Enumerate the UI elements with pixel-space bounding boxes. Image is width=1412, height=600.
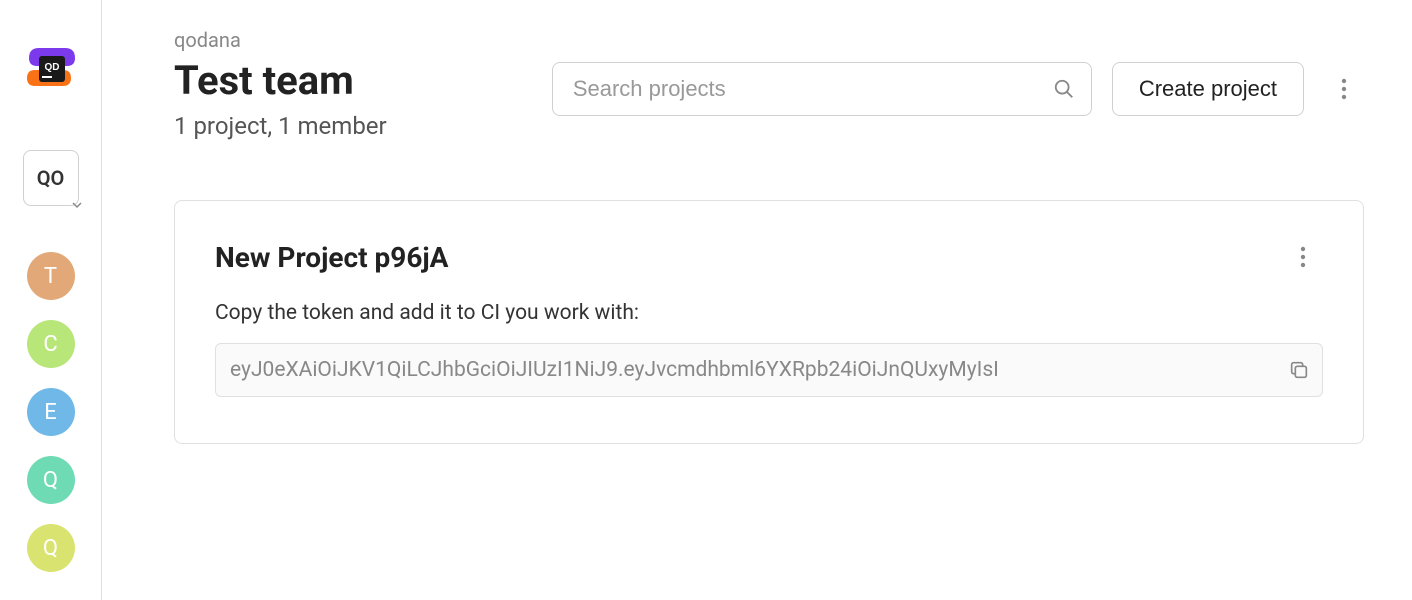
sidebar-avatar[interactable]: Q (27, 456, 75, 504)
more-menu-button[interactable] (1324, 69, 1364, 109)
chevron-down-icon (70, 193, 84, 207)
sidebar-avatar[interactable]: T (27, 252, 75, 300)
token-box: eyJ0eXAiOiJKV1QiLCJhbGciOiJIUzI1NiJ9.eyJ… (215, 343, 1323, 397)
token-text: eyJ0eXAiOiJKV1QiLCJhbGciOiJIUzI1NiJ9.eyJ… (230, 358, 1280, 382)
page-title: Test team (174, 58, 387, 104)
search-input[interactable] (573, 76, 1041, 102)
team-selector[interactable]: QO (23, 150, 79, 206)
search-box[interactable] (552, 62, 1092, 116)
breadcrumb[interactable]: qodana (174, 28, 1364, 52)
sidebar-avatar[interactable]: Q (27, 524, 75, 572)
main-content: qodana Test team 1 project, 1 member Cre… (102, 0, 1412, 600)
kebab-icon (1300, 246, 1306, 268)
kebab-icon (1341, 78, 1347, 100)
project-card: New Project p96jA Copy the token and add… (174, 200, 1364, 444)
project-title: New Project p96jA (215, 241, 449, 274)
search-icon (1053, 78, 1075, 100)
qodana-logo[interactable]: QD (25, 42, 77, 90)
team-selector-label: QO (37, 166, 65, 190)
project-instruction: Copy the token and add it to CI you work… (215, 301, 1323, 325)
svg-text:QD: QD (44, 62, 59, 73)
copy-icon[interactable] (1288, 359, 1310, 381)
sidebar: QD QO T C E Q Q (0, 0, 102, 600)
page-subtitle: 1 project, 1 member (174, 112, 387, 140)
sidebar-avatar[interactable]: E (27, 388, 75, 436)
create-project-button[interactable]: Create project (1112, 62, 1304, 116)
project-more-button[interactable] (1283, 237, 1323, 277)
sidebar-avatar[interactable]: C (27, 320, 75, 368)
